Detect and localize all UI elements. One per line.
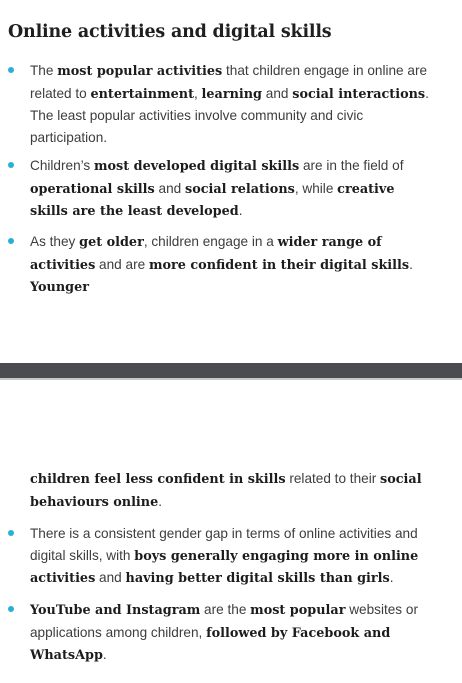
bold-text: YouTube and Instagram <box>30 603 201 618</box>
text: , <box>193 85 202 101</box>
bullet-dot <box>8 238 14 244</box>
paragraph: There is a consistent gender gap in term… <box>30 523 434 590</box>
page-break-shadow <box>0 378 462 380</box>
bold-text: entertainment <box>90 86 194 102</box>
text: and are <box>95 256 149 272</box>
text: , while <box>294 180 338 196</box>
bold-text: most popular <box>250 603 346 618</box>
text: are the <box>200 602 251 617</box>
paragraph-continued: children feel less confident in skills r… <box>30 468 434 513</box>
bold-text: social interactions <box>292 86 426 102</box>
text: are in the field of <box>299 158 404 173</box>
paragraph: Children’s most developed digital skills… <box>30 155 434 223</box>
bullet-dot <box>8 530 14 536</box>
bullet-dot <box>8 67 14 73</box>
section-title: Online activities and digital skills <box>8 22 332 42</box>
text: The <box>30 63 58 78</box>
paragraph: As they get older, children engage in a … <box>30 231 434 299</box>
bold-text: Younger <box>30 280 89 295</box>
paragraph: YouTube and Instagram are the most popul… <box>30 599 434 667</box>
bold-text: social relations <box>184 181 295 197</box>
bold-text: learning <box>201 86 263 102</box>
bold-text: most popular activities <box>57 64 223 79</box>
text: . <box>102 647 107 662</box>
bold-text: more confident in their digital skills <box>148 257 410 273</box>
text: and <box>262 85 293 101</box>
text: . <box>409 256 413 272</box>
bold-text: children feel less confident in skills <box>30 472 286 487</box>
text: and <box>95 570 126 585</box>
text: . <box>389 570 394 585</box>
bold-text: most developed digital skills <box>93 159 300 174</box>
page-break-bar <box>0 363 462 378</box>
text: . <box>158 493 163 509</box>
text: , children engage in a <box>143 234 278 249</box>
bullet-dot <box>8 162 14 168</box>
text: related to their <box>285 471 381 486</box>
bold-text: get older <box>79 235 144 250</box>
bold-text: operational skills <box>30 181 155 197</box>
paragraph: The most popular activities that childre… <box>30 60 434 148</box>
text: As they <box>30 234 80 249</box>
text: Children’s <box>30 158 94 173</box>
text: . <box>238 203 243 218</box>
bold-text: having better digital skills than girls <box>125 571 390 586</box>
text: and <box>154 180 185 196</box>
bullet-dot <box>8 606 14 612</box>
